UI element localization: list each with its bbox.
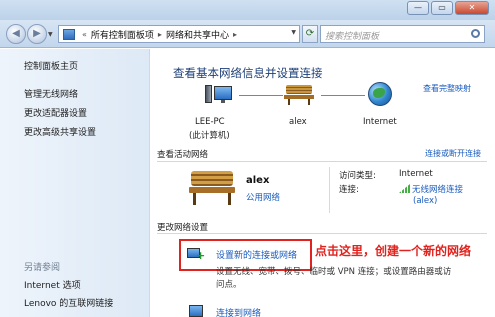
connections-label: 连接: [339,185,359,195]
setup-description-line2: 问点。 [216,280,242,290]
maximize-button[interactable]: ▭ [431,1,453,15]
sidebar-item-manage-wireless[interactable]: 管理无线网络 [24,87,78,100]
wireless-ssid[interactable]: (alex) [413,196,437,206]
annotation-text: 点击这里，创建一个新的网络 [315,244,472,258]
setup-connection-icon[interactable]: + [187,246,205,262]
network-bench-icon-large [189,171,235,207]
see-also-heading: 另请参阅 [24,263,61,273]
search-icon[interactable] [471,29,480,38]
sidebar-item-advanced-sharing[interactable]: 更改高级共享设置 [24,125,96,138]
address-toolbar: ◀ ▶ ▼ « 所有控制面板项 ▸ 网络和共享中心 ▸ ▼ ⟳ 搜索控制面板 [0,20,495,48]
sidebar-item-adapter-settings[interactable]: 更改适配器设置 [24,106,87,119]
breadcrumb-network-center[interactable]: 网络和共享中心 [166,28,229,41]
sidebar-item-lenovo-links[interactable]: Lenovo 的互联网链接 [24,296,113,309]
internet-globe-icon[interactable] [368,82,392,106]
access-type-label: 访问类型: [339,171,376,181]
connect-to-network-link[interactable]: 连接到网络 [216,306,261,317]
active-network-name: alex [246,175,270,186]
sidebar-item-control-panel-home[interactable]: 控制面板主页 [24,59,78,72]
internet-label: Internet [363,117,397,127]
computer-name: LEE-PC [195,117,225,127]
breadcrumb-separator-icon[interactable]: ▸ [158,30,162,39]
vertical-divider [329,167,330,213]
breadcrumb-overflow-icon[interactable]: « [82,30,87,39]
forward-button[interactable]: ▶ [27,24,47,44]
setup-new-connection-link[interactable]: 设置新的连接或网络 [216,248,297,261]
close-button[interactable]: ✕ [455,1,489,15]
network-name-map: alex [289,117,307,127]
breadcrumb-separator-icon[interactable]: ▸ [233,30,237,39]
main-content: 查看基本网络信息并设置连接 查看完整映射 LEE-PC (此计算机) alex … [151,49,495,317]
section-divider [157,233,487,234]
access-type-value: Internet [399,169,433,179]
sidebar-item-internet-options[interactable]: Internet 选项 [24,278,81,291]
wireless-connection-link[interactable]: 无线网络连接 [399,183,463,195]
control-panel-icon [63,28,75,40]
title-bar: — ▭ ✕ [0,0,495,20]
change-settings-heading: 更改网络设置 [157,223,209,233]
sidebar: 控制面板主页 管理无线网络 更改适配器设置 更改高级共享设置 另请参阅 Inte… [0,49,150,317]
setup-description-line1: 设置无线、宽带、拨号、临时或 VPN 连接；或设置路由器或访 [216,267,452,277]
wifi-signal-icon [399,184,410,193]
address-bar[interactable]: « 所有控制面板项 ▸ 网络和共享中心 ▸ ▼ [58,25,300,43]
search-placeholder: 搜索控制面板 [325,32,380,42]
back-button[interactable]: ◀ [6,24,26,44]
search-input[interactable]: 搜索控制面板 [320,25,485,43]
connect-disconnect-link[interactable]: 连接或断开连接 [425,148,481,159]
full-map-link[interactable]: 查看完整映射 [423,83,471,94]
minimize-button[interactable]: — [407,1,429,15]
active-networks-heading: 查看活动网络 [157,150,209,160]
network-type-link[interactable]: 公用网络 [246,191,280,203]
window-controls: — ▭ ✕ [405,1,489,15]
computer-subtitle: (此计算机) [189,131,230,141]
map-link-line [239,95,283,96]
refresh-button[interactable]: ⟳ [302,25,318,43]
map-link-line [321,95,365,96]
section-divider [157,161,487,162]
breadcrumb-control-panel-items[interactable]: 所有控制面板项 [91,28,154,41]
connect-network-icon[interactable] [189,305,203,317]
wireless-connection-name: 无线网络连接 [412,185,464,195]
address-history-chevron-down-icon[interactable]: ▼ [291,29,296,36]
recent-pages-chevron-down-icon[interactable]: ▼ [48,31,53,38]
page-title: 查看基本网络信息并设置连接 [173,66,323,80]
